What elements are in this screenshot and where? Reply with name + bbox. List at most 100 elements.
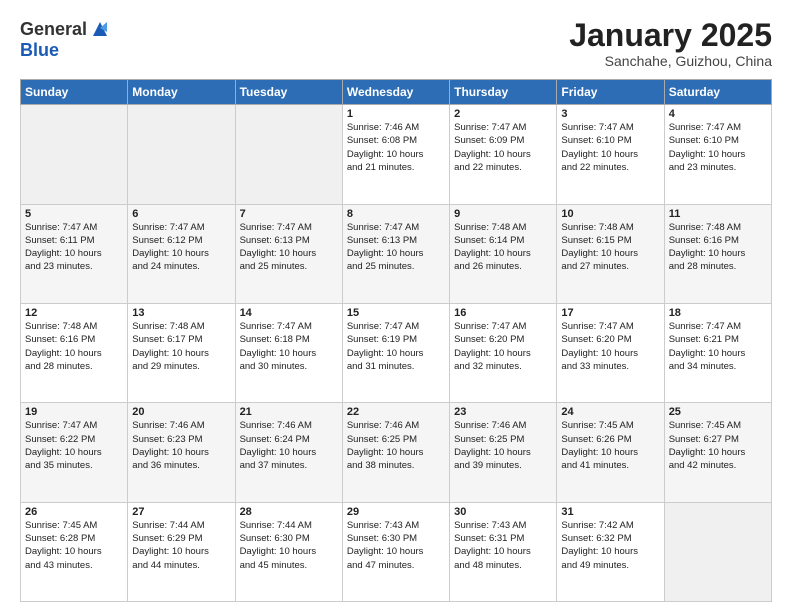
day-number: 17 [561,307,659,319]
week-row-1: 1Sunrise: 7:46 AMSunset: 6:08 PMDaylight… [21,105,772,204]
page: General Blue January 2025 Sanchahe, Guiz… [0,0,792,612]
header-tuesday: Tuesday [235,80,342,105]
day-info: Sunrise: 7:47 AMSunset: 6:18 PMDaylight:… [240,320,338,373]
day-info: Sunrise: 7:44 AMSunset: 6:30 PMDaylight:… [240,519,338,572]
day-number: 18 [669,307,767,319]
header-saturday: Saturday [664,80,771,105]
day-number: 4 [669,108,767,120]
header-monday: Monday [128,80,235,105]
table-row: 9Sunrise: 7:48 AMSunset: 6:14 PMDaylight… [450,204,557,303]
header-thursday: Thursday [450,80,557,105]
day-info: Sunrise: 7:42 AMSunset: 6:32 PMDaylight:… [561,519,659,572]
week-row-2: 5Sunrise: 7:47 AMSunset: 6:11 PMDaylight… [21,204,772,303]
table-row: 17Sunrise: 7:47 AMSunset: 6:20 PMDayligh… [557,303,664,402]
day-info: Sunrise: 7:47 AMSunset: 6:11 PMDaylight:… [25,221,123,274]
table-row: 31Sunrise: 7:42 AMSunset: 6:32 PMDayligh… [557,502,664,601]
day-info: Sunrise: 7:47 AMSunset: 6:19 PMDaylight:… [347,320,445,373]
calendar-title: January 2025 [569,18,772,53]
table-row: 16Sunrise: 7:47 AMSunset: 6:20 PMDayligh… [450,303,557,402]
table-row: 10Sunrise: 7:48 AMSunset: 6:15 PMDayligh… [557,204,664,303]
day-number: 1 [347,108,445,120]
day-number: 26 [25,506,123,518]
table-row: 25Sunrise: 7:45 AMSunset: 6:27 PMDayligh… [664,403,771,502]
table-row: 7Sunrise: 7:47 AMSunset: 6:13 PMDaylight… [235,204,342,303]
table-row [128,105,235,204]
day-number: 16 [454,307,552,319]
calendar-table: Sunday Monday Tuesday Wednesday Thursday… [20,79,772,602]
day-info: Sunrise: 7:46 AMSunset: 6:25 PMDaylight:… [347,419,445,472]
day-info: Sunrise: 7:44 AMSunset: 6:29 PMDaylight:… [132,519,230,572]
table-row: 5Sunrise: 7:47 AMSunset: 6:11 PMDaylight… [21,204,128,303]
day-number: 5 [25,208,123,220]
day-number: 19 [25,406,123,418]
day-number: 10 [561,208,659,220]
week-row-3: 12Sunrise: 7:48 AMSunset: 6:16 PMDayligh… [21,303,772,402]
logo-icon [89,18,111,40]
calendar-location: Sanchahe, Guizhou, China [569,53,772,69]
day-info: Sunrise: 7:47 AMSunset: 6:10 PMDaylight:… [669,121,767,174]
day-number: 24 [561,406,659,418]
day-info: Sunrise: 7:47 AMSunset: 6:20 PMDaylight:… [561,320,659,373]
day-number: 22 [347,406,445,418]
day-info: Sunrise: 7:46 AMSunset: 6:23 PMDaylight:… [132,419,230,472]
day-info: Sunrise: 7:46 AMSunset: 6:08 PMDaylight:… [347,121,445,174]
table-row: 18Sunrise: 7:47 AMSunset: 6:21 PMDayligh… [664,303,771,402]
day-number: 31 [561,506,659,518]
day-info: Sunrise: 7:47 AMSunset: 6:12 PMDaylight:… [132,221,230,274]
logo-blue-text: Blue [20,40,59,61]
day-info: Sunrise: 7:45 AMSunset: 6:28 PMDaylight:… [25,519,123,572]
day-number: 3 [561,108,659,120]
table-row: 14Sunrise: 7:47 AMSunset: 6:18 PMDayligh… [235,303,342,402]
day-info: Sunrise: 7:48 AMSunset: 6:17 PMDaylight:… [132,320,230,373]
day-number: 20 [132,406,230,418]
table-row: 29Sunrise: 7:43 AMSunset: 6:30 PMDayligh… [342,502,449,601]
table-row: 26Sunrise: 7:45 AMSunset: 6:28 PMDayligh… [21,502,128,601]
day-number: 23 [454,406,552,418]
day-number: 28 [240,506,338,518]
day-number: 8 [347,208,445,220]
day-number: 2 [454,108,552,120]
day-info: Sunrise: 7:48 AMSunset: 6:16 PMDaylight:… [669,221,767,274]
day-info: Sunrise: 7:43 AMSunset: 6:30 PMDaylight:… [347,519,445,572]
logo: General Blue [20,18,111,61]
day-number: 15 [347,307,445,319]
table-row: 4Sunrise: 7:47 AMSunset: 6:10 PMDaylight… [664,105,771,204]
day-info: Sunrise: 7:48 AMSunset: 6:15 PMDaylight:… [561,221,659,274]
logo-general-text: General [20,19,87,40]
week-row-4: 19Sunrise: 7:47 AMSunset: 6:22 PMDayligh… [21,403,772,502]
header: General Blue January 2025 Sanchahe, Guiz… [20,18,772,69]
day-info: Sunrise: 7:48 AMSunset: 6:14 PMDaylight:… [454,221,552,274]
day-info: Sunrise: 7:45 AMSunset: 6:27 PMDaylight:… [669,419,767,472]
day-info: Sunrise: 7:46 AMSunset: 6:24 PMDaylight:… [240,419,338,472]
day-number: 21 [240,406,338,418]
table-row: 6Sunrise: 7:47 AMSunset: 6:12 PMDaylight… [128,204,235,303]
day-number: 29 [347,506,445,518]
day-number: 25 [669,406,767,418]
table-row: 21Sunrise: 7:46 AMSunset: 6:24 PMDayligh… [235,403,342,502]
day-info: Sunrise: 7:47 AMSunset: 6:13 PMDaylight:… [240,221,338,274]
table-row: 28Sunrise: 7:44 AMSunset: 6:30 PMDayligh… [235,502,342,601]
table-row: 3Sunrise: 7:47 AMSunset: 6:10 PMDaylight… [557,105,664,204]
table-row [235,105,342,204]
day-info: Sunrise: 7:46 AMSunset: 6:25 PMDaylight:… [454,419,552,472]
day-number: 27 [132,506,230,518]
table-row: 1Sunrise: 7:46 AMSunset: 6:08 PMDaylight… [342,105,449,204]
table-row: 19Sunrise: 7:47 AMSunset: 6:22 PMDayligh… [21,403,128,502]
table-row: 30Sunrise: 7:43 AMSunset: 6:31 PMDayligh… [450,502,557,601]
day-info: Sunrise: 7:43 AMSunset: 6:31 PMDaylight:… [454,519,552,572]
table-row: 13Sunrise: 7:48 AMSunset: 6:17 PMDayligh… [128,303,235,402]
header-row: Sunday Monday Tuesday Wednesday Thursday… [21,80,772,105]
table-row: 11Sunrise: 7:48 AMSunset: 6:16 PMDayligh… [664,204,771,303]
table-row [21,105,128,204]
table-row: 24Sunrise: 7:45 AMSunset: 6:26 PMDayligh… [557,403,664,502]
table-row: 8Sunrise: 7:47 AMSunset: 6:13 PMDaylight… [342,204,449,303]
title-block: January 2025 Sanchahe, Guizhou, China [569,18,772,69]
table-row: 27Sunrise: 7:44 AMSunset: 6:29 PMDayligh… [128,502,235,601]
header-friday: Friday [557,80,664,105]
day-number: 14 [240,307,338,319]
header-sunday: Sunday [21,80,128,105]
table-row: 22Sunrise: 7:46 AMSunset: 6:25 PMDayligh… [342,403,449,502]
day-info: Sunrise: 7:47 AMSunset: 6:20 PMDaylight:… [454,320,552,373]
table-row: 15Sunrise: 7:47 AMSunset: 6:19 PMDayligh… [342,303,449,402]
day-number: 7 [240,208,338,220]
